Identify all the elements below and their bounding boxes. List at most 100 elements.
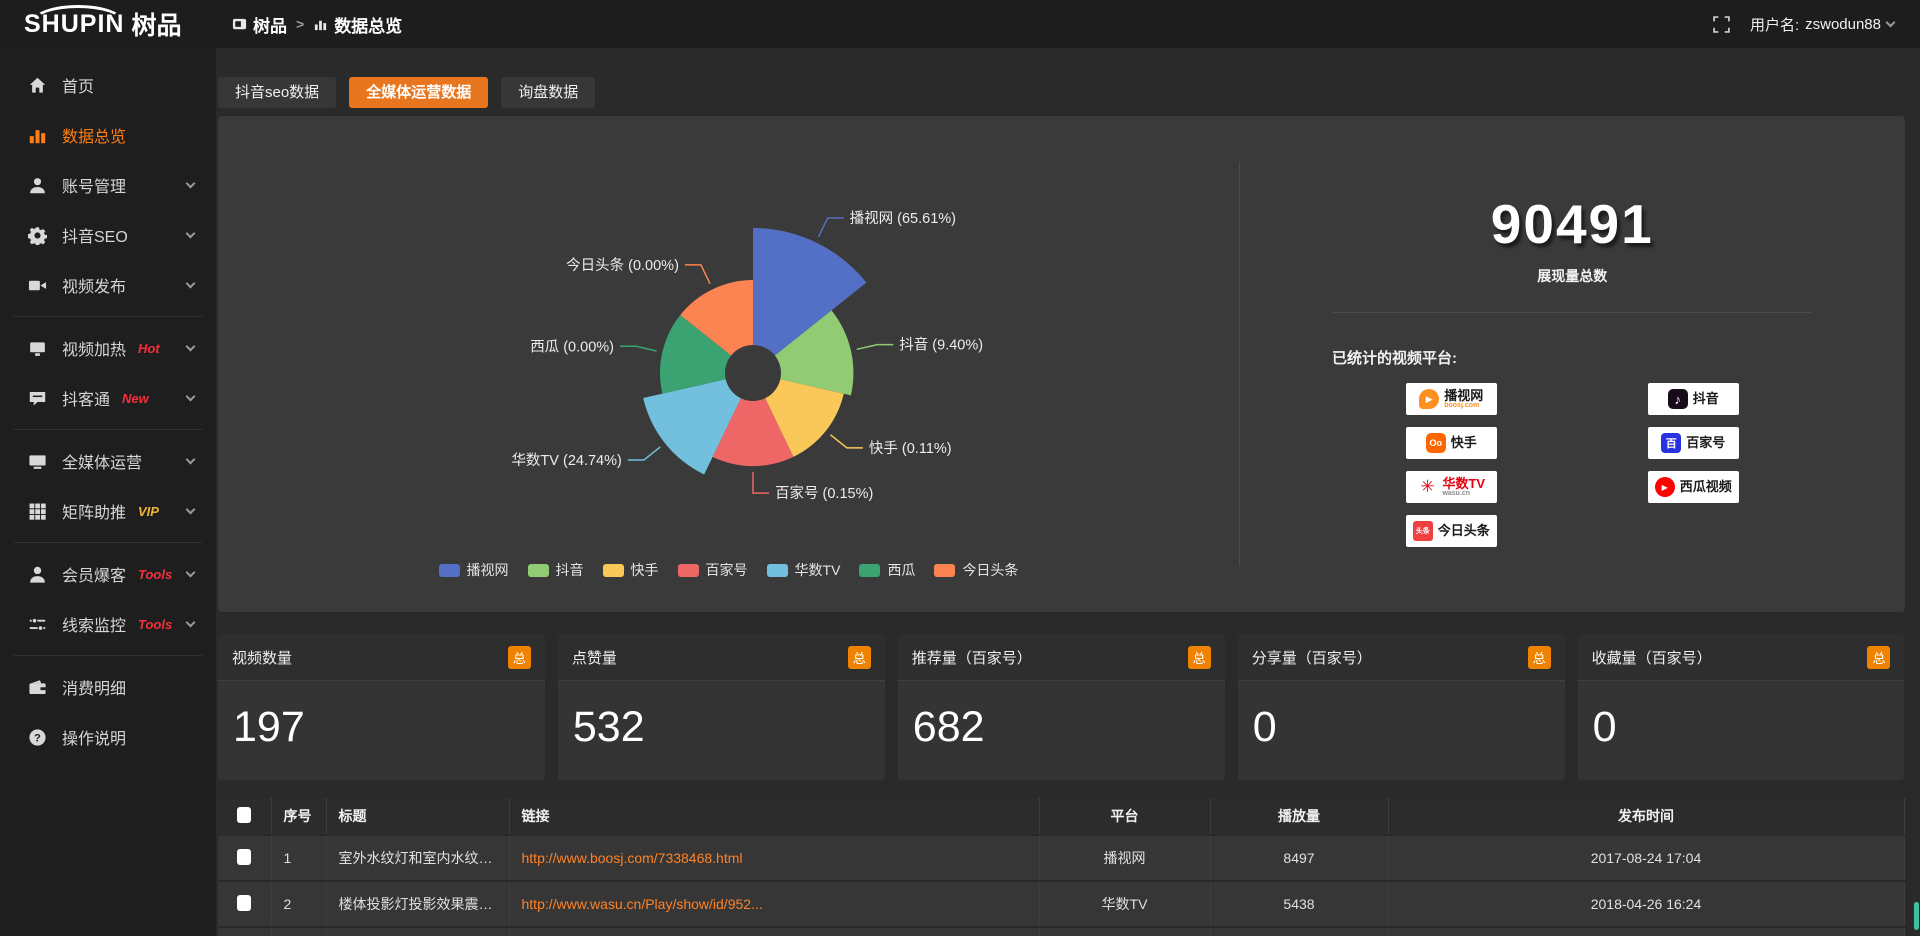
- platform-logo-name: 今日头条: [1438, 524, 1490, 538]
- monitor-icon: [28, 452, 47, 471]
- rose-chart-svg: 播视网 (65.61%)抖音 (9.40%)快手 (0.11%)百家号 (0.1…: [218, 116, 1239, 580]
- grid-icon: [28, 502, 47, 521]
- sidebar-item-wallet[interactable]: 消费明细: [0, 662, 216, 712]
- stat-card-total-badge[interactable]: 总: [1867, 646, 1890, 669]
- user-menu[interactable]: 用户名: zswodun88: [1750, 14, 1894, 35]
- breadcrumb: 树品 > 数据总览: [232, 12, 402, 37]
- overview-panel: 播视网 (65.61%)抖音 (9.40%)快手 (0.11%)百家号 (0.1…: [218, 116, 1905, 612]
- douyin-icon: ♪: [1668, 389, 1688, 409]
- pie-label-line: [819, 218, 844, 237]
- sidebar-item-video[interactable]: 视频发布: [0, 260, 216, 310]
- cell-link[interactable]: http://www.wasu.cn/Play/show/id/952...: [522, 896, 763, 912]
- baijiahao-icon: 百: [1661, 433, 1681, 453]
- sidebar-item-chat[interactable]: 抖客通New: [0, 373, 216, 423]
- stat-card-value: 682: [898, 681, 1225, 752]
- sidebar-item-heat[interactable]: 视频加热Hot: [0, 323, 216, 373]
- sidebar-divider: [14, 429, 202, 430]
- stat-card-total-badge[interactable]: 总: [1528, 646, 1551, 669]
- legend-label: 百家号: [706, 560, 748, 580]
- videos-table: 序号标题链接平台播放量发布时间 1 室外水纹灯和室内水纹灯的区别和简介 http…: [218, 798, 1905, 936]
- legend-label: 西瓜: [887, 560, 915, 580]
- legend-item-百家号[interactable]: 百家号: [678, 560, 748, 580]
- bar-chart-icon: [28, 126, 47, 145]
- row-checkbox[interactable]: [237, 895, 251, 911]
- pie-label-百家号: 百家号 (0.15%): [775, 485, 873, 502]
- pie-label-line: [620, 346, 656, 351]
- table-header-2: 链接: [509, 798, 1039, 835]
- platform-logo-sub: wasu.cn: [1442, 490, 1470, 497]
- home-icon: [28, 76, 47, 95]
- table-header-row: 序号标题链接平台播放量发布时间: [218, 798, 1904, 835]
- sidebar-item-badge: New: [122, 391, 149, 406]
- sidebar-item-label: 账号管理: [62, 173, 126, 197]
- sidebar-item-badge: Hot: [138, 341, 160, 356]
- breadcrumb-item-home[interactable]: 树品: [232, 12, 287, 37]
- platform-logo-name: 西瓜视频: [1680, 480, 1732, 494]
- stat-card-total-badge[interactable]: 总: [848, 646, 871, 669]
- pie-label-line: [753, 472, 769, 493]
- sidebar-item-label: 线索监控: [62, 612, 126, 636]
- stat-card-total-badge[interactable]: 总: [1188, 646, 1211, 669]
- sidebar-item-filter[interactable]: 线索监控Tools: [0, 599, 216, 649]
- sidebar-item-home[interactable]: 首页: [0, 60, 216, 110]
- legend-item-抖音[interactable]: 抖音: [528, 560, 584, 580]
- legend-item-播视网[interactable]: 播视网: [439, 560, 509, 580]
- stat-card-label: 分享量（百家号）: [1252, 647, 1372, 668]
- stat-card-value: 0: [1578, 681, 1905, 752]
- legend-item-华数TV[interactable]: 华数TV: [767, 560, 841, 580]
- cell-platform: 播视网: [1039, 835, 1210, 881]
- sidebar-item-grid[interactable]: 矩阵助推VIP: [0, 486, 216, 536]
- legend-item-快手[interactable]: 快手: [603, 560, 659, 580]
- stat-card-3: 推荐量（百家号） 总 682: [898, 634, 1225, 780]
- legend-swatch: [528, 564, 549, 577]
- platform-logo-name: 百家号: [1686, 436, 1725, 450]
- cell-platform: 华数TV: [1039, 881, 1210, 927]
- wallet-icon: [28, 678, 47, 697]
- stat-card-1: 视频数量 总 197: [218, 634, 545, 780]
- legend-item-西瓜[interactable]: 西瓜: [859, 560, 915, 580]
- username-value: zswodun88: [1805, 16, 1881, 33]
- stat-card-label: 收藏量（百家号）: [1592, 647, 1712, 668]
- sidebar-item-user[interactable]: 账号管理: [0, 160, 216, 210]
- sidebar-item-label: 会员爆客: [62, 562, 126, 586]
- sidebar-item-label: 首页: [62, 73, 94, 97]
- kuaishou-icon: Oo: [1426, 433, 1446, 453]
- stat-card-header: 分享量（百家号） 总: [1238, 634, 1565, 681]
- summary-area: 90491 展现量总数 已统计的视频平台: ▶ 播视网boosj.comOo 快…: [1240, 116, 1905, 612]
- breadcrumb-item-current[interactable]: 数据总览: [313, 12, 402, 37]
- table-header-3: 平台: [1039, 798, 1210, 835]
- xigua-icon: ▶: [1655, 477, 1675, 497]
- tab-3[interactable]: 询盘数据: [501, 77, 595, 108]
- platform-logo-toutiao: 头条 今日头条: [1406, 515, 1497, 547]
- select-all-checkbox[interactable]: [237, 807, 251, 823]
- cell-index: 1: [271, 835, 326, 881]
- sidebar-item-member[interactable]: 会员爆客Tools: [0, 549, 216, 599]
- pie-label-西瓜: 西瓜 (0.00%): [530, 339, 614, 355]
- username-label: 用户名:: [1750, 14, 1799, 35]
- pie-label-line: [830, 435, 862, 448]
- bar-chart-icon: [313, 17, 328, 32]
- sidebar-item-help[interactable]: ?操作说明: [0, 712, 216, 762]
- page-scrollbar-thumb[interactable]: [1914, 902, 1919, 930]
- platform-column-right: ♪ 抖音百 百家号 ▶ 西瓜视频: [1648, 383, 1739, 547]
- sidebar-item-bar-chart[interactable]: 数据总览: [0, 110, 216, 160]
- table-header-1: 标题: [326, 798, 509, 835]
- sidebar-item-monitor[interactable]: 全媒体运营: [0, 436, 216, 486]
- legend-item-今日头条[interactable]: 今日头条: [934, 560, 1018, 580]
- cell-link[interactable]: http://www.boosj.com/7338468.html: [522, 850, 743, 866]
- chevron-down-icon: [186, 178, 196, 188]
- row-checkbox[interactable]: [237, 849, 251, 865]
- tab-1[interactable]: 抖音seo数据: [218, 77, 336, 108]
- heat-icon: [28, 339, 47, 358]
- stat-card-total-badge[interactable]: 总: [508, 646, 531, 669]
- sidebar-item-gear[interactable]: 抖音SEO: [0, 210, 216, 260]
- chevron-down-icon: [186, 391, 196, 401]
- chevron-down-icon: [186, 278, 196, 288]
- cell-plays: 5438: [1210, 881, 1388, 927]
- wasu-icon: ✳: [1417, 477, 1437, 497]
- chevron-down-icon: [186, 341, 196, 351]
- fullscreen-icon[interactable]: [1713, 16, 1730, 33]
- tab-2[interactable]: 全媒体运营数据: [349, 77, 488, 108]
- platform-logo-douyin: ♪ 抖音: [1648, 383, 1739, 415]
- stat-card-label: 视频数量: [232, 647, 292, 668]
